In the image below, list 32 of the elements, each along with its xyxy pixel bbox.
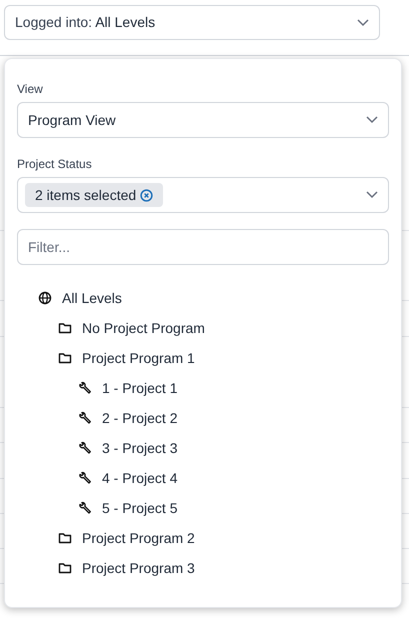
wrench-icon bbox=[78, 471, 92, 485]
status-select[interactable]: 2 items selected bbox=[17, 177, 389, 213]
tree-item[interactable]: 5 - Project 5 bbox=[78, 493, 182, 523]
folder-icon bbox=[58, 351, 72, 365]
chevron-down-icon bbox=[357, 18, 369, 26]
tree-item[interactable]: 4 - Project 4 bbox=[78, 463, 182, 493]
tree-item[interactable]: 1 - Project 1 bbox=[78, 373, 182, 403]
tree-item[interactable]: No Project Program bbox=[58, 313, 209, 343]
login-select[interactable]: Logged into: All Levels bbox=[4, 5, 380, 40]
view-select[interactable]: Program View bbox=[17, 102, 389, 138]
select-value: Logged into: All Levels bbox=[15, 13, 156, 32]
chevron-down-icon bbox=[366, 191, 378, 199]
folder-icon bbox=[58, 561, 72, 575]
tree-item[interactable]: Project Program 3 bbox=[58, 553, 199, 583]
chevron-down-icon bbox=[366, 116, 378, 124]
wrench-icon bbox=[78, 501, 92, 515]
chip-label: 2 items selected bbox=[35, 186, 136, 204]
globe-icon bbox=[38, 291, 52, 305]
tree-item[interactable]: Project Program 1 bbox=[58, 343, 199, 373]
tree-item[interactable]: Project Program 2 bbox=[58, 523, 199, 553]
folder-icon bbox=[58, 531, 72, 545]
wrench-icon bbox=[78, 441, 92, 455]
field-label: View bbox=[17, 81, 44, 97]
field-label: Project Status bbox=[17, 156, 93, 172]
tree-item[interactable]: 3 - Project 3 bbox=[78, 433, 182, 463]
wrench-icon bbox=[78, 411, 92, 425]
tree-item[interactable]: 2 - Project 2 bbox=[78, 403, 182, 433]
folder-icon bbox=[58, 321, 72, 335]
tree-item[interactable]: All Levels bbox=[38, 283, 126, 313]
filter-field[interactable]: Filter... bbox=[17, 229, 389, 265]
wrench-icon bbox=[78, 381, 92, 395]
clear-icon[interactable] bbox=[140, 188, 154, 202]
